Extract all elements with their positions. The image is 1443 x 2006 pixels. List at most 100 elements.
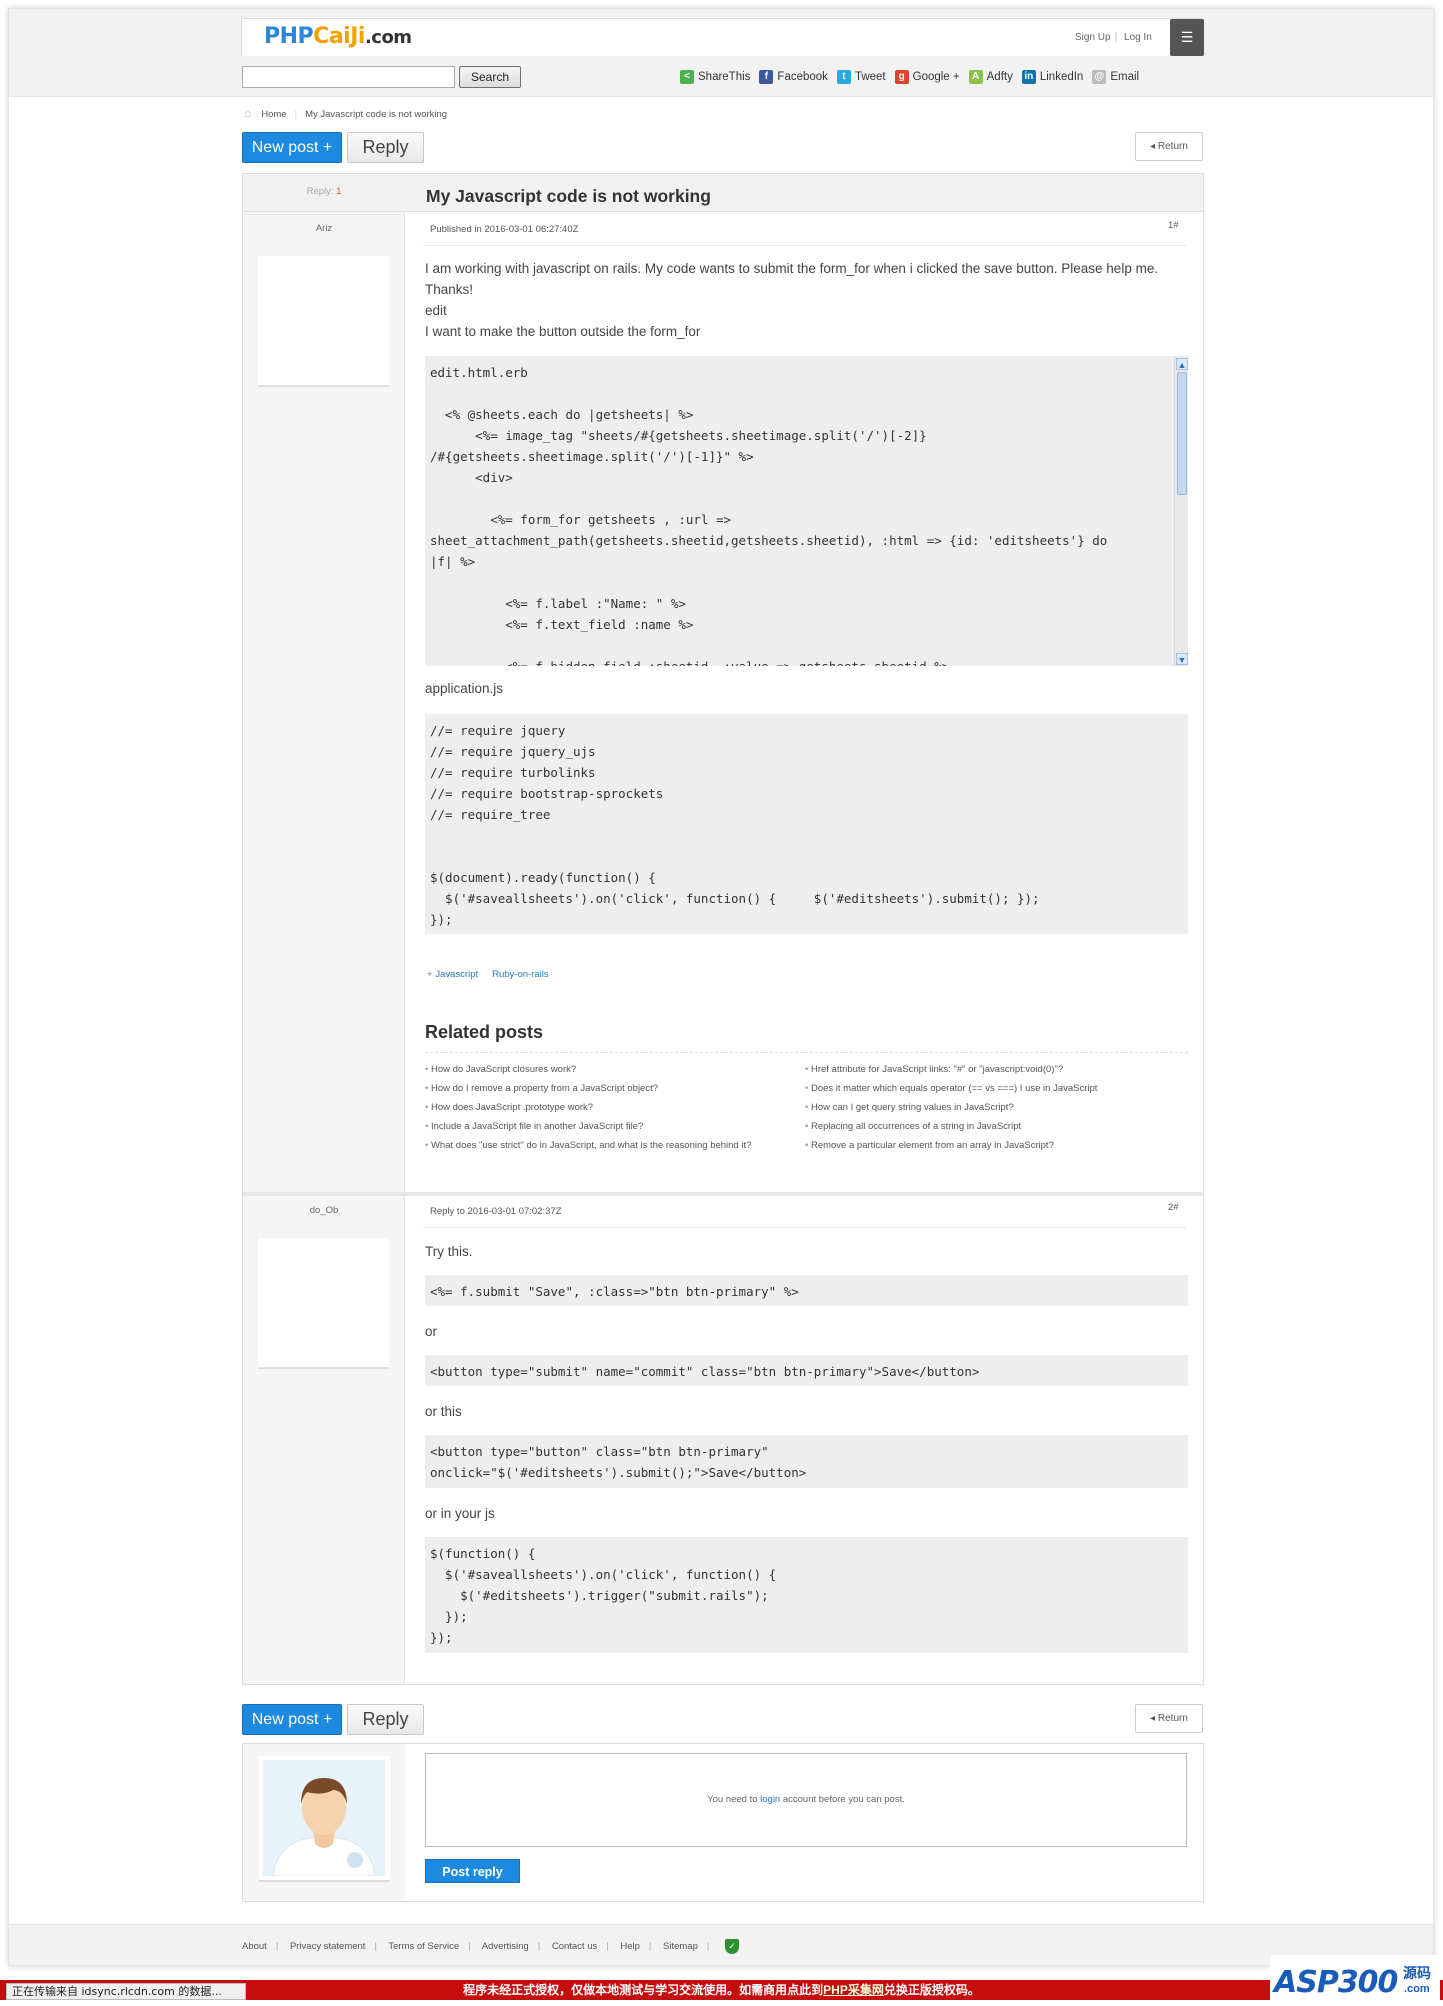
related-link[interactable]: Remove a particular element from an arra… — [805, 1136, 1195, 1155]
related-link[interactable]: What does "use strict" do in JavaScript,… — [425, 1136, 795, 1155]
post2-floor: 2# — [1168, 1202, 1179, 1213]
share-twitter[interactable]: t Tweet — [836, 70, 886, 84]
post-reply-button[interactable]: Post reply — [425, 1859, 520, 1883]
footer-contact[interactable]: Contact us — [552, 1941, 597, 1952]
google-plus-icon: g — [894, 70, 909, 84]
scroll-up-icon[interactable]: ▲ — [1176, 358, 1188, 370]
post1-meta: Published in 2016-03-01 06:27:40Z — [430, 224, 579, 235]
post1-author[interactable]: Ariz — [243, 223, 405, 234]
login-required-box: You need to login account before you can… — [425, 1753, 1187, 1847]
site-logo[interactable]: PHPCaiJi.com — [264, 24, 412, 49]
reply-count: Reply: 1 — [306, 186, 342, 197]
breadcrumb-current[interactable]: My Javascript code is not working — [305, 109, 447, 120]
email-icon: @ — [1092, 70, 1107, 84]
share-facebook[interactable]: f Facebook — [759, 70, 828, 84]
code-block-js: //= require jquery //= require jquery_uj… — [425, 714, 1188, 934]
share-linkedin[interactable]: in LinkedIn — [1021, 70, 1084, 84]
footer-sitemap[interactable]: Sitemap — [663, 1941, 698, 1952]
author-column — [243, 174, 405, 1684]
return-button[interactable]: ◂ Return — [1135, 132, 1203, 161]
tag-javascript[interactable]: Javascript — [435, 969, 478, 980]
license-link[interactable]: PHP采集网 — [823, 1983, 884, 1997]
return-button-bottom[interactable]: ◂ Return — [1135, 1704, 1203, 1733]
share-label: Facebook — [777, 71, 828, 83]
share-sharethis[interactable]: < ShareThis — [680, 70, 750, 84]
code-snippet-1: <%= f.submit "Save", :class=>"btn btn-pr… — [425, 1275, 1188, 1306]
scroll-down-icon[interactable]: ▼ — [1176, 653, 1188, 665]
adfty-icon: A — [968, 70, 983, 84]
avatar[interactable] — [258, 1238, 389, 1369]
divider — [423, 1227, 1186, 1228]
scroll-thumb[interactable] — [1177, 372, 1187, 495]
new-post-button-bottom[interactable]: New post + — [242, 1704, 342, 1735]
share-adfty[interactable]: A Adfty — [968, 70, 1013, 84]
search-button[interactable]: Search — [459, 66, 521, 88]
related-posts-title: Related posts — [425, 1022, 544, 1042]
footer-about[interactable]: About — [242, 1941, 267, 1952]
log-in-link[interactable]: Log In — [1124, 32, 1152, 43]
sign-up-link[interactable]: Sign Up — [1075, 32, 1111, 43]
divider — [423, 245, 1186, 246]
security-shield-icon[interactable]: ✓ — [724, 1939, 739, 1954]
footer-help[interactable]: Help — [620, 1941, 640, 1952]
related-link[interactable]: How do JavaScript closures work? — [425, 1060, 795, 1079]
post1-body-note: I want to make the button outside the fo… — [425, 324, 701, 339]
share-label: LinkedIn — [1039, 71, 1084, 83]
share-email[interactable]: @ Email — [1092, 70, 1139, 84]
share-label: Email — [1110, 71, 1140, 83]
share-label: Google + — [912, 71, 960, 83]
list-icon: ☰ — [1180, 29, 1194, 45]
post2-text-1: Try this. — [425, 1244, 473, 1259]
related-link[interactable]: Include a JavaScript file in another Jav… — [425, 1117, 795, 1136]
related-link[interactable]: How can I get query string values in Jav… — [805, 1098, 1195, 1117]
post2-text-3: or this — [425, 1404, 462, 1419]
tag-list: ⌖ Javascript Ruby-on-rails — [427, 969, 563, 980]
browser-status-bar: 正在传输来自 idsync.rlcdn.com 的数据... — [6, 1983, 246, 2000]
post2-meta: Reply to 2016-03-01 07:02:37Z — [430, 1206, 562, 1217]
code-snippet-4: $(function() { $('#saveallsheets').on('c… — [425, 1537, 1188, 1653]
footer-links: About | Privacy statement | Terms of Servi… — [242, 1939, 739, 1954]
related-link[interactable]: Does it matter which equals operator (==… — [805, 1079, 1195, 1098]
reply-area: You need to login account before you can… — [242, 1743, 1204, 1902]
home-icon: ⌂ — [244, 106, 252, 120]
avatar-icon — [263, 1760, 385, 1877]
divider — [243, 214, 405, 215]
footer-privacy[interactable]: Privacy statement — [290, 1941, 366, 1952]
footer-terms[interactable]: Terms of Service — [388, 1941, 459, 1952]
search-input[interactable] — [242, 66, 455, 88]
account-links: Sign Up | Log In — [1075, 32, 1152, 43]
related-list-left: How do JavaScript closures work? How do … — [425, 1060, 795, 1155]
new-post-button[interactable]: New post + — [242, 132, 342, 163]
related-link[interactable]: Href attribute for JavaScript links: "#"… — [805, 1060, 1195, 1079]
share-google-plus[interactable]: g Google + — [894, 70, 960, 84]
share-label: ShareThis — [698, 71, 751, 83]
post2-author[interactable]: do_Ob — [243, 1205, 405, 1216]
thread-container: Reply: 1 My Javascript code is not worki… — [242, 173, 1204, 1685]
reply-button-bottom[interactable]: Reply — [347, 1704, 424, 1735]
footer-advertising[interactable]: Advertising — [482, 1941, 529, 1952]
post2-text-2: or — [425, 1324, 438, 1339]
related-link[interactable]: Replacing all occurrences of a string in… — [805, 1117, 1195, 1136]
code-block-erb: edit.html.erb <% @sheets.each do |getshe… — [425, 356, 1188, 666]
post2-text-4: or in your js — [425, 1506, 495, 1521]
related-link[interactable]: How does JavaScript .prototype work? — [425, 1098, 795, 1117]
menu-button[interactable]: ☰ — [1170, 19, 1204, 56]
share-label: Adfty — [986, 71, 1013, 83]
twitter-icon: t — [836, 70, 851, 84]
share-label: Tweet — [854, 71, 886, 83]
related-list-right: Href attribute for JavaScript links: "#"… — [805, 1060, 1195, 1155]
code-scrollbar[interactable]: ▲ ▼ — [1174, 357, 1188, 666]
code-snippet-2: <button type="submit" name="commit" clas… — [425, 1355, 1188, 1386]
code-snippet-3: <button type="button" class="btn btn-pri… — [425, 1435, 1188, 1488]
avatar[interactable] — [258, 256, 389, 387]
tag-icon: ⌖ — [427, 969, 433, 980]
breadcrumb: ⌂ Home | My Javascript code is not working — [244, 106, 448, 120]
reply-button[interactable]: Reply — [347, 132, 424, 163]
user-avatar — [259, 1756, 390, 1882]
breadcrumb-home[interactable]: Home — [261, 109, 286, 120]
related-link[interactable]: How do I remove a property from a JavaSc… — [425, 1079, 795, 1098]
tag-ruby-on-rails[interactable]: Ruby-on-rails — [492, 969, 549, 980]
login-link[interactable]: login — [760, 1794, 780, 1805]
divider — [425, 1052, 1188, 1053]
thread-title: My Javascript code is not working — [426, 186, 711, 206]
